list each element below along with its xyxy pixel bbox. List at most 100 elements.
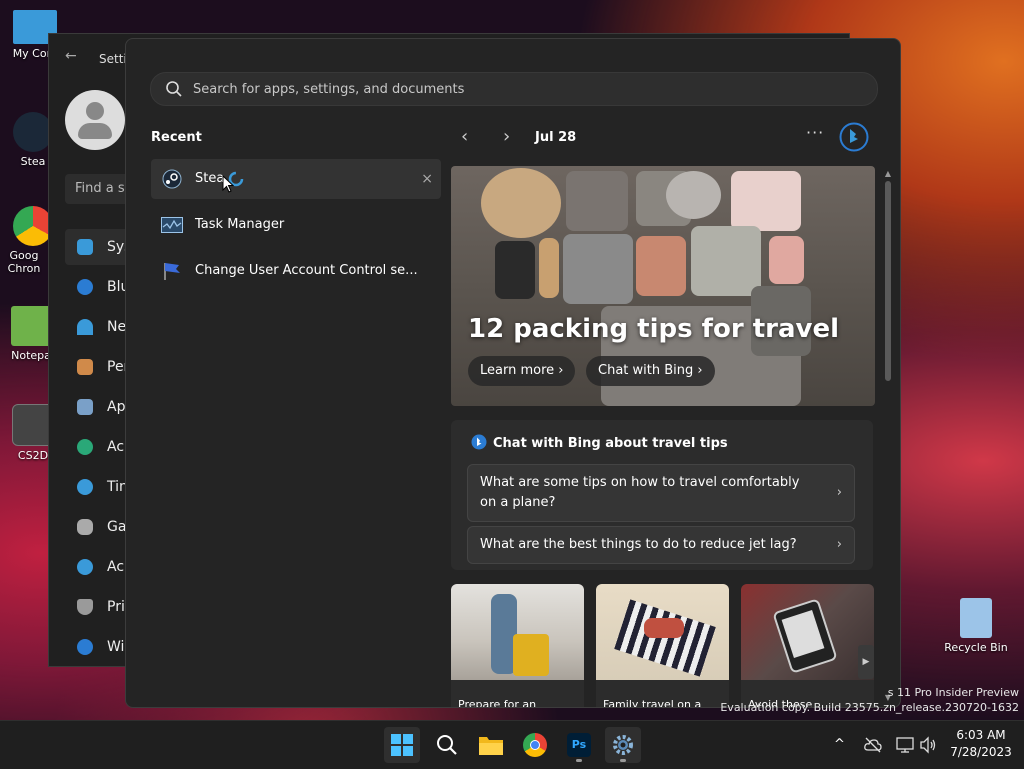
feed-thumbnail-1[interactable]: Prepare for an	[451, 584, 584, 708]
taskbar-search-button[interactable]	[429, 727, 465, 763]
watermark-line-1: s 11 Pro Insider Preview	[887, 686, 1019, 699]
chat-question-2[interactable]: What are the best things to do to reduce…	[467, 526, 855, 564]
steam-icon	[162, 169, 182, 189]
recent-item-steam[interactable]: Stea ×	[151, 159, 441, 199]
settings-title: Setti	[99, 52, 127, 66]
chrome-icon	[13, 206, 53, 246]
update-icon	[77, 639, 93, 655]
pillow-image	[666, 171, 721, 219]
task-manager-icon	[161, 217, 183, 233]
boots-image	[495, 241, 535, 299]
more-options-button[interactable]: ···	[806, 123, 824, 142]
taskbar-photoshop[interactable]: Ps	[561, 727, 597, 763]
desktop-icon-label: Recycle Bin	[944, 641, 1008, 654]
chevron-right-icon: ›	[558, 363, 564, 378]
desktop-icon-label: Goog Chron	[7, 249, 41, 275]
search-icon	[166, 81, 182, 97]
person-icon	[77, 439, 93, 455]
chevron-right-icon: ›	[836, 537, 842, 552]
feed-scrollbar[interactable]: ▲ ▼	[883, 169, 893, 705]
wifi-icon	[77, 319, 93, 335]
airport-traveler-image	[451, 584, 584, 680]
next-arrow-icon[interactable]: ›	[503, 126, 510, 147]
taskbar: Ps ^ 6:03 AM 7/28/2023	[0, 720, 1024, 769]
mouse-cursor-icon	[222, 175, 234, 193]
chevron-right-icon: ›	[697, 363, 703, 378]
taskbar-clock[interactable]: 6:03 AM 7/28/2023	[946, 727, 1016, 761]
backpack-image	[731, 171, 801, 231]
cloud-offline-icon[interactable]	[864, 737, 882, 753]
scrollbar-thumb[interactable]	[885, 181, 891, 381]
chat-question-1[interactable]: What are some tips on how to travel comf…	[467, 464, 855, 522]
notebook-image	[769, 236, 804, 284]
flag-icon	[164, 263, 180, 280]
recent-item-label: Change User Account Control se...	[195, 263, 418, 278]
back-arrow-icon[interactable]: ←	[65, 48, 77, 64]
shoes-image	[636, 236, 686, 296]
accessibility-icon	[77, 559, 93, 575]
bluetooth-icon	[77, 279, 93, 295]
apps-icon	[77, 399, 93, 415]
scroll-up-icon[interactable]: ▲	[883, 169, 893, 178]
brush-image	[539, 238, 559, 298]
recycle-bin-icon	[960, 598, 992, 638]
running-indicator	[576, 759, 582, 762]
search-icon	[437, 735, 457, 755]
start-button[interactable]	[384, 727, 420, 763]
family-beach-image	[596, 584, 729, 680]
system-icon	[77, 239, 93, 255]
recent-item-label: Stea	[195, 171, 225, 186]
hero-title: 12 packing tips for travel	[468, 314, 839, 344]
clock-time: 6:03 AM	[956, 728, 1006, 742]
photoshop-icon: Ps	[567, 733, 591, 757]
start-search-box[interactable]	[150, 72, 878, 106]
gamepad-icon	[77, 519, 93, 535]
watermark-line-2: Evaluation copy. Build 23575.zn_release.…	[720, 701, 1019, 714]
chat-with-bing-button[interactable]: Chat with Bing ›	[586, 356, 715, 386]
feed-date: Jul 28	[535, 130, 577, 145]
start-search-input[interactable]	[193, 73, 793, 105]
chrome-icon	[523, 733, 547, 757]
bing-icon[interactable]	[839, 122, 869, 152]
network-icon[interactable]	[896, 736, 914, 754]
thumbnail-caption: Family travel on a	[603, 698, 702, 708]
phone-passport-image	[741, 584, 874, 680]
prev-arrow-icon[interactable]: ‹	[461, 126, 468, 147]
start-menu: Recent Stea × Task Manager Change User A…	[125, 38, 901, 708]
chat-card-title: Chat with Bing about travel tips	[471, 434, 728, 451]
windows-logo-icon	[391, 734, 413, 756]
bing-icon	[471, 434, 487, 450]
steam-icon	[13, 112, 53, 152]
toiletries-image	[691, 226, 761, 296]
thumbnails-next-button[interactable]: ▶	[858, 645, 874, 679]
taskbar-file-explorer[interactable]	[473, 727, 509, 763]
brush-icon	[77, 359, 93, 375]
notepad-icon	[11, 306, 51, 346]
tray-overflow-chevron[interactable]: ^	[834, 721, 845, 769]
running-indicator	[620, 759, 626, 762]
recent-heading: Recent	[151, 130, 202, 145]
gear-icon	[613, 735, 633, 755]
hero-card[interactable]: 12 packing tips for travel Learn more › …	[451, 166, 875, 406]
folder-icon	[479, 737, 503, 755]
user-avatar[interactable]	[65, 90, 125, 150]
clock-icon	[77, 479, 93, 495]
clock-date: 7/28/2023	[950, 745, 1012, 759]
bing-chat-card: Chat with Bing about travel tips What ar…	[451, 420, 873, 570]
taskbar-settings[interactable]	[605, 727, 641, 763]
taskbar-chrome[interactable]	[517, 727, 553, 763]
shield-icon	[77, 599, 93, 615]
learn-more-button[interactable]: Learn more ›	[468, 356, 576, 386]
chevron-right-icon: ›	[836, 485, 842, 500]
thumbnail-caption: Prepare for an	[458, 698, 537, 708]
clothes-image	[563, 234, 633, 304]
desktop-icon-recycle-bin[interactable]: Recycle Bin	[942, 598, 1010, 654]
remove-recent-button[interactable]: ×	[421, 159, 433, 199]
volume-icon[interactable]	[919, 736, 937, 754]
recent-item-task-manager[interactable]: Task Manager	[151, 205, 441, 245]
feed-thumbnail-3[interactable]: Avoid these	[741, 584, 874, 707]
recent-item-uac[interactable]: Change User Account Control se...	[151, 251, 441, 291]
feed-thumbnail-2[interactable]: Family travel on a	[596, 584, 729, 708]
hat-image	[481, 168, 561, 238]
bag-image	[566, 171, 628, 231]
